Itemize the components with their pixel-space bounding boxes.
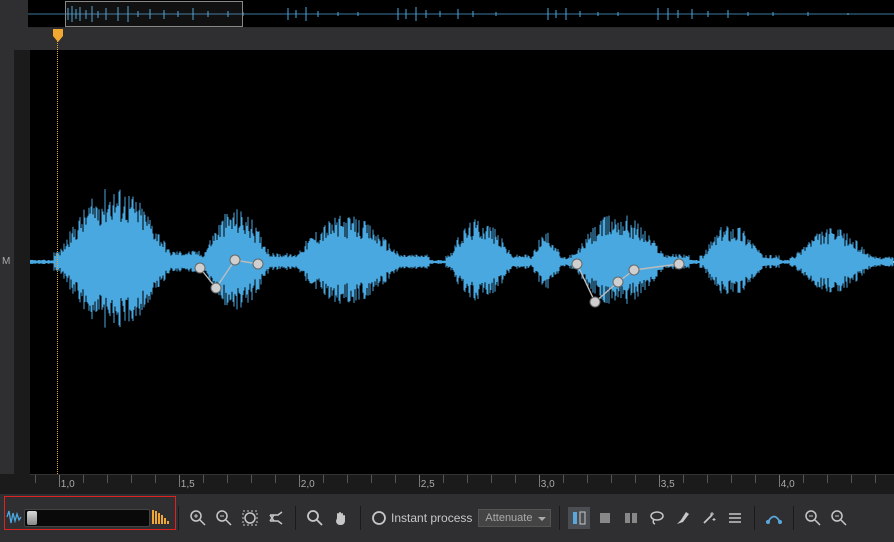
envelope-node[interactable] [629, 265, 639, 275]
hand-icon[interactable] [330, 507, 352, 529]
ruler-label: 1,0 [61, 479, 75, 490]
envelope-node[interactable] [674, 259, 684, 269]
ruler-label: 4,0 [781, 479, 795, 490]
envelope-node[interactable] [590, 297, 600, 307]
zoom-minus2-icon[interactable] [828, 507, 850, 529]
waveform-area[interactable] [30, 50, 894, 474]
wave-expanded-icon [152, 508, 170, 529]
ribbon-strip [0, 28, 894, 50]
overview-gutter [0, 0, 28, 28]
seg-c-icon[interactable] [620, 507, 642, 529]
sparkle-icon[interactable] [698, 507, 720, 529]
amplitude-zoom-slider[interactable] [24, 509, 150, 527]
zoom-shuffle-icon[interactable] [265, 507, 287, 529]
ruler-label: 3,0 [541, 479, 555, 490]
process-dropdown[interactable]: Attenuate [478, 509, 551, 527]
separator [754, 506, 755, 530]
zoom-minus-icon[interactable] [802, 507, 824, 529]
main-waveform [30, 50, 894, 474]
overview-strip[interactable] [28, 0, 894, 28]
lasso-icon[interactable] [646, 507, 668, 529]
envelope-node[interactable] [230, 255, 240, 265]
search-icon[interactable] [304, 507, 326, 529]
time-ruler[interactable]: 1,0 1,5 2,0 2,5 3,0 3,5 4,0 [30, 474, 894, 494]
curve-icon[interactable] [763, 507, 785, 529]
envelope-node[interactable] [253, 259, 263, 269]
seg-a-icon[interactable] [568, 507, 590, 529]
zoom-out-icon[interactable] [213, 507, 235, 529]
bottom-toolbar: Instant process Attenuate [0, 494, 894, 542]
gap-strip [14, 50, 30, 474]
separator [178, 506, 179, 530]
seg-b-icon[interactable] [594, 507, 616, 529]
ruler-label: 1,5 [181, 479, 195, 490]
zoom-in-icon[interactable] [187, 507, 209, 529]
ruler-label: 2,0 [301, 479, 315, 490]
envelope-node[interactable] [211, 283, 221, 293]
marker-circle-icon [371, 510, 387, 526]
separator [360, 506, 361, 530]
separator [559, 506, 560, 530]
envelope-node[interactable] [572, 259, 582, 269]
envelope-node[interactable] [613, 277, 623, 287]
slider-thumb[interactable] [27, 511, 37, 525]
channel-label: M [2, 256, 10, 267]
instant-process-label: Instant process [391, 511, 472, 525]
zoom-slider-group [6, 508, 170, 529]
ruler-label: 3,5 [661, 479, 675, 490]
wave-compressed-icon [6, 508, 22, 529]
overview-selection[interactable] [65, 1, 243, 27]
envelope-node[interactable] [195, 263, 205, 273]
channel-gutter: M [0, 50, 14, 474]
zoom-sel-icon[interactable] [239, 507, 261, 529]
separator [793, 506, 794, 530]
ruler-label: 2,5 [421, 479, 435, 490]
playhead-marker-icon[interactable] [52, 29, 64, 43]
layers-icon[interactable] [724, 507, 746, 529]
separator [295, 506, 296, 530]
instant-process-button[interactable]: Instant process [369, 510, 474, 526]
brush-icon[interactable] [672, 507, 694, 529]
